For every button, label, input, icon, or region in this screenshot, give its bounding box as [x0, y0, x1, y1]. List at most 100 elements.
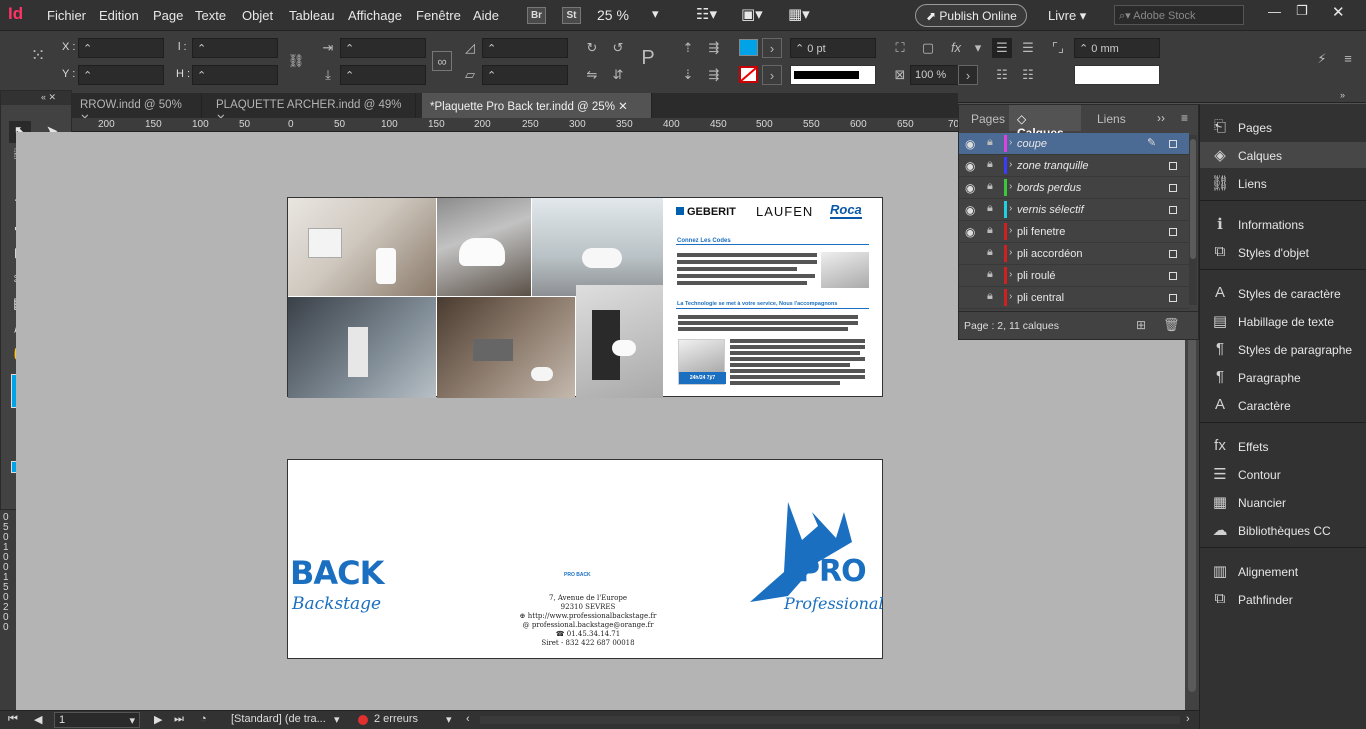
dock-item[interactable]: ⧉ Styles d'objet — [1200, 239, 1366, 265]
page-spread-2[interactable]: BACK Backstage PRO BACK 7, Avenue de l'E… — [287, 459, 884, 659]
scale-x-field[interactable]: ⌃ — [340, 38, 426, 58]
next-page-icon[interactable]: ▶ — [154, 713, 162, 726]
lock-icon[interactable]: 🔒︎ — [987, 224, 993, 237]
select-container-icon[interactable]: ⇡ — [678, 38, 698, 58]
preflight-errors[interactable]: 2 erreurs — [374, 713, 418, 725]
fill-swatch[interactable] — [739, 39, 758, 56]
tab-plaquette-pro-back[interactable]: *Plaquette Pro Back ter.indd @ 25% ✕ — [422, 93, 652, 118]
selection-square-icon[interactable] — [1169, 272, 1177, 280]
selection-square-icon[interactable] — [1169, 140, 1177, 148]
rotate-cw-icon[interactable]: ↻ — [582, 38, 602, 58]
text-wrap-bbox-icon[interactable]: ☰ — [1018, 38, 1038, 58]
layer-name[interactable]: coupe — [1017, 138, 1047, 150]
expand-chevron-icon[interactable]: › — [1009, 291, 1012, 302]
minimize-button[interactable]: — — [1268, 4, 1281, 19]
stock-button[interactable]: St — [562, 7, 581, 24]
scale-y-field[interactable]: ⌃ — [340, 65, 426, 85]
y-field[interactable]: ⌃ — [78, 65, 164, 85]
expand-chevron-icon[interactable]: › — [1009, 269, 1012, 280]
first-page-icon[interactable]: ⏮ — [8, 713, 18, 726]
menu-fichier[interactable]: Fichier — [47, 8, 86, 23]
publish-online-button[interactable]: ⬈ Publish Online — [915, 4, 1027, 27]
dock-item[interactable]: A Caractère — [1200, 392, 1366, 418]
height-field[interactable]: ⌃ — [192, 65, 278, 85]
eye-icon[interactable]: ◉ — [965, 203, 975, 217]
select-content-icon[interactable]: ⇣ — [678, 65, 698, 85]
selection-square-icon[interactable] — [1169, 228, 1177, 236]
scroll-left-icon[interactable]: ‹ — [466, 713, 470, 725]
eye-icon[interactable]: ◉ — [965, 181, 975, 195]
expand-chevron-icon[interactable]: › — [1009, 181, 1012, 192]
layer-row[interactable]: ◉ 🔒︎ › pli fenetre — [959, 221, 1189, 243]
dock-item[interactable]: ⎗ Pages — [1200, 114, 1366, 140]
layers-scrollbar[interactable] — [1189, 135, 1197, 305]
selection-square-icon[interactable] — [1169, 162, 1177, 170]
rotation-field[interactable]: ⌃ — [482, 38, 568, 58]
menu-tableau[interactable]: Tableau — [289, 8, 335, 23]
dock-collapse-icon[interactable]: » — [1340, 90, 1345, 100]
layer-row[interactable]: 🔒︎ › pli accordéon — [959, 243, 1189, 265]
horizontal-scrollbar[interactable] — [480, 716, 1180, 724]
layer-name[interactable]: pli roulé — [1017, 270, 1056, 282]
tab-rrow[interactable]: RROW.indd @ 50% ✕ — [72, 93, 202, 125]
menu-edition[interactable]: Edition — [99, 8, 139, 23]
select-next-icon[interactable]: ⇶ — [704, 65, 724, 85]
tab-pages[interactable]: Pages — [963, 105, 1013, 131]
layer-row[interactable]: ◉ 🔒︎ › bords perdus — [959, 177, 1189, 199]
lightning-icon[interactable]: ⚡ — [1312, 49, 1332, 69]
layer-name[interactable]: pli fenetre — [1017, 226, 1065, 238]
dock-item[interactable]: ☁ Bibliothèques CC — [1200, 517, 1366, 543]
workspace-switcher[interactable]: Livre ▾ — [1048, 8, 1086, 24]
menu-objet[interactable]: Objet — [242, 8, 273, 23]
bridge-button[interactable]: Br — [527, 7, 546, 24]
dock-item[interactable]: A Styles de caractère — [1200, 280, 1366, 306]
flip-horizontal-icon[interactable]: ⇋ — [582, 65, 602, 85]
view-options-icon[interactable]: ☷▾ — [696, 5, 717, 23]
dock-item[interactable]: ▥ Alignement — [1200, 558, 1366, 584]
horizontal-ruler[interactable]: 200 150 100 50 0 50 100 150 200 250 300 350 400 450 50… — [72, 118, 958, 132]
dock-item[interactable]: ⛓ Liens — [1200, 170, 1366, 196]
layer-row[interactable]: 🔒︎ › pli central — [959, 287, 1189, 309]
control-menu-icon[interactable]: ≡ — [1338, 49, 1358, 69]
last-page-icon[interactable]: ⏭ — [174, 713, 184, 726]
close-button[interactable]: ✕ — [1332, 3, 1345, 21]
dock-item[interactable]: ℹ Informations — [1200, 211, 1366, 237]
lock-icon[interactable]: 🔒︎ — [987, 290, 993, 303]
prev-page-icon[interactable]: ◀ — [34, 713, 42, 726]
panel-expand-icon[interactable]: ›› — [1157, 111, 1165, 125]
selection-square-icon[interactable] — [1169, 184, 1177, 192]
selection-square-icon[interactable] — [1169, 206, 1177, 214]
corner-size-field[interactable]: ⌃ 0 mm — [1074, 38, 1160, 58]
menu-page[interactable]: Page — [153, 8, 183, 23]
preflight-profile[interactable]: [Standard] (de tra... — [231, 713, 326, 725]
selection-square-icon[interactable] — [1169, 250, 1177, 258]
lock-icon[interactable]: 🔒︎ — [987, 246, 993, 259]
lock-icon[interactable]: 🔒︎ — [987, 136, 993, 149]
search-input[interactable]: ⌕▾ Adobe Stock — [1114, 5, 1244, 25]
lock-icon[interactable]: 🔒︎ — [987, 268, 993, 281]
fill-menu-chevron-icon[interactable]: › — [762, 38, 782, 58]
open-page-icon[interactable]: ◔ — [200, 713, 207, 725]
dock-item[interactable]: ☰ Contour — [1200, 461, 1366, 487]
toolbox-collapse-icon[interactable]: « ✕ — [1, 91, 71, 105]
layer-name[interactable]: zone tranquille — [1017, 160, 1089, 172]
link-scale-icon[interactable]: ∞ — [432, 51, 452, 71]
arrange-documents-icon[interactable]: ▦▾ — [788, 5, 810, 23]
select-previous-icon[interactable]: ⇶ — [704, 38, 724, 58]
dock-item[interactable]: ▤ Habillage de texte — [1200, 308, 1366, 334]
expand-chevron-icon[interactable]: › — [1009, 159, 1012, 170]
menu-aide[interactable]: Aide — [473, 8, 499, 23]
effects-fx-icon[interactable]: fx — [946, 38, 966, 58]
vertical-ruler[interactable]: 050100150200 — [0, 510, 16, 710]
shear-field[interactable]: ⌃ — [482, 65, 568, 85]
layer-name[interactable]: vernis sélectif — [1017, 204, 1084, 216]
pen-disabled-icon[interactable]: ✎ — [1147, 136, 1156, 149]
new-layer-icon[interactable]: ⊞ — [1136, 318, 1146, 332]
flip-vertical-icon[interactable]: ⇵ — [608, 65, 628, 85]
opacity-menu-chevron-icon[interactable]: › — [958, 65, 978, 85]
layer-name[interactable]: pli central — [1017, 292, 1064, 304]
expand-chevron-icon[interactable]: › — [1009, 247, 1012, 258]
zoom-level[interactable]: 25 % — [597, 7, 629, 23]
lock-icon[interactable]: 🔒︎ — [987, 158, 993, 171]
tab-liens[interactable]: Liens — [1089, 105, 1134, 131]
